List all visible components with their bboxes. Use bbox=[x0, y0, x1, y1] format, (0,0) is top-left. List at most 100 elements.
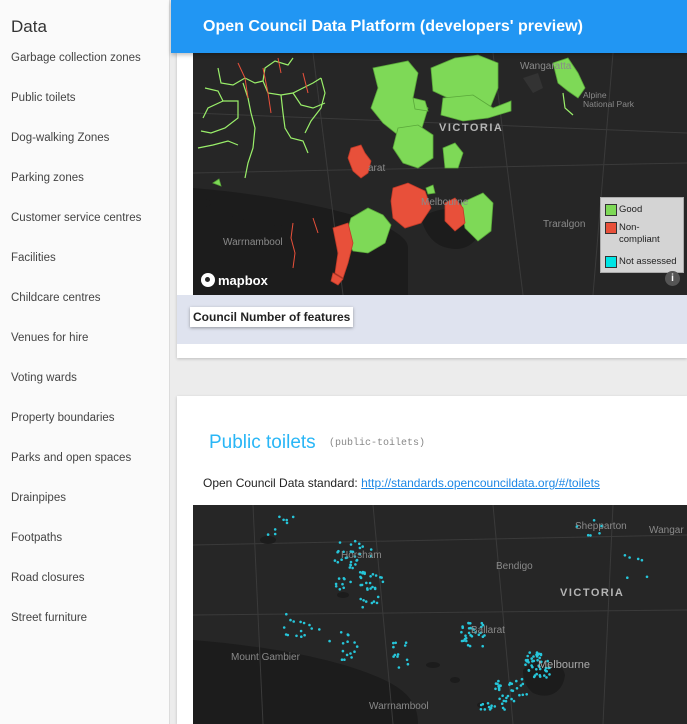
page-title: Open Council Data Platform (developers' … bbox=[203, 18, 583, 35]
toilet-point bbox=[333, 559, 337, 562]
map2-label-melbourne: Melbourne bbox=[538, 659, 590, 671]
toilet-point bbox=[515, 679, 518, 683]
toilet-point bbox=[406, 662, 410, 666]
toilet-point bbox=[354, 563, 357, 566]
toilet-point bbox=[502, 699, 506, 703]
map-legend: Good Non-compliant Not assessed bbox=[600, 197, 684, 273]
toilet-point bbox=[282, 626, 286, 629]
toilet-point bbox=[532, 659, 536, 663]
map2-shapes bbox=[193, 505, 687, 724]
toilet-point bbox=[300, 635, 303, 638]
toilet-point bbox=[506, 694, 510, 698]
toilet-point bbox=[532, 675, 536, 679]
info-icon[interactable]: i bbox=[665, 271, 680, 286]
toilet-point bbox=[340, 658, 344, 661]
toilet-point bbox=[285, 612, 288, 616]
sidebar-item-venues-for-hire[interactable]: Venues for hire bbox=[11, 332, 88, 344]
map-label-warrnambool: Warrnambool bbox=[223, 237, 283, 248]
toilet-point bbox=[626, 576, 629, 579]
public-toilets-map[interactable]: Shepparton Wangar Bendigo VICTORIA Horsh… bbox=[193, 505, 687, 724]
legend-notassessed-label: Not assessed bbox=[619, 256, 677, 267]
toilet-point bbox=[334, 585, 338, 588]
toilet-point bbox=[519, 684, 523, 687]
toilet-point bbox=[338, 541, 342, 544]
standard-link[interactable]: http://standards.opencouncildata.org/#/t… bbox=[361, 476, 600, 490]
mapbox-logo[interactable]: mapbox bbox=[201, 273, 268, 288]
toilet-point bbox=[636, 557, 640, 561]
toilet-point bbox=[361, 545, 364, 548]
toilet-point bbox=[483, 708, 487, 711]
toilet-point bbox=[467, 627, 471, 630]
map2-label-warrnambool: Warrnambool bbox=[369, 701, 429, 712]
toilet-point bbox=[464, 634, 467, 637]
toilet-point bbox=[362, 599, 365, 602]
toilet-point bbox=[372, 600, 376, 603]
toilet-point bbox=[342, 577, 346, 580]
toilet-point bbox=[403, 644, 407, 647]
map2-label-shepparton: Shepparton bbox=[575, 521, 627, 532]
sidebar-item-dog-walking-zones[interactable]: Dog-walking Zones bbox=[11, 132, 109, 144]
toilet-point bbox=[527, 668, 531, 672]
sidebar-item-garbage-collection-zones[interactable]: Garbage collection zones bbox=[11, 52, 141, 64]
map-label-victoria: VICTORIA bbox=[439, 122, 504, 134]
toilet-point bbox=[338, 588, 342, 591]
toilet-point bbox=[464, 636, 468, 640]
toilet-point bbox=[336, 560, 340, 564]
sidebar-item-footpaths[interactable]: Footpaths bbox=[11, 532, 62, 544]
toilet-point bbox=[628, 556, 631, 559]
sidebar-title: Data bbox=[11, 17, 47, 36]
toilet-point bbox=[494, 687, 497, 691]
sidebar-item-road-closures[interactable]: Road closures bbox=[11, 572, 85, 584]
sidebar-item-drainpipes[interactable]: Drainpipes bbox=[11, 492, 66, 504]
toilet-point bbox=[371, 585, 374, 589]
toilet-point bbox=[465, 639, 468, 643]
toilet-point bbox=[468, 644, 472, 648]
map2-label-horsham: Horsham bbox=[341, 550, 382, 561]
map2-label-victoria: VICTORIA bbox=[560, 587, 625, 599]
toilet-point bbox=[337, 549, 340, 553]
sidebar-item-street-furniture[interactable]: Street furniture bbox=[11, 612, 87, 624]
toilet-point bbox=[302, 621, 306, 625]
sidebar-item-parks-and-open-spaces[interactable]: Parks and open spaces bbox=[11, 452, 131, 464]
toilet-point bbox=[360, 583, 364, 587]
toilet-point bbox=[392, 645, 395, 649]
map2-label-ballarat: Ballarat bbox=[471, 625, 505, 636]
toilet-point bbox=[589, 534, 592, 537]
toilet-point bbox=[339, 631, 343, 634]
sidebar-item-public-toilets[interactable]: Public toilets bbox=[11, 92, 76, 104]
sidebar-item-property-boundaries[interactable]: Property boundaries bbox=[11, 412, 115, 424]
sidebar-item-facilities[interactable]: Facilities bbox=[11, 252, 56, 264]
toilet-point bbox=[501, 706, 505, 710]
toilet-point bbox=[535, 672, 538, 676]
sidebar-item-customer-service-centres[interactable]: Customer service centres bbox=[11, 212, 141, 224]
toilet-point bbox=[348, 566, 352, 569]
toilet-point bbox=[358, 542, 361, 546]
toilet-point bbox=[369, 575, 372, 578]
toilet-point bbox=[285, 518, 288, 522]
legend-good-label: Good bbox=[619, 204, 643, 215]
toilet-point bbox=[532, 655, 535, 658]
toilet-point bbox=[510, 689, 513, 692]
toilet-point bbox=[392, 655, 395, 658]
toilet-point bbox=[349, 563, 352, 567]
toilet-point bbox=[349, 580, 352, 584]
toilet-point bbox=[504, 699, 508, 703]
sidebar-item-voting-wards[interactable]: Voting wards bbox=[11, 372, 77, 384]
mapbox-logo-text: mapbox bbox=[218, 273, 268, 288]
toilet-point bbox=[508, 683, 511, 686]
toilet-point bbox=[545, 676, 548, 679]
map2-label-bendigo: Bendigo bbox=[496, 561, 533, 572]
toilet-point bbox=[273, 532, 277, 536]
app-header: Open Council Data Platform (developers' … bbox=[171, 0, 687, 53]
toilet-point bbox=[528, 651, 531, 654]
toilet-point bbox=[394, 641, 397, 645]
legend-notassessed-swatch bbox=[605, 256, 617, 268]
toilet-point bbox=[375, 601, 379, 605]
compliance-map[interactable]: Wangaratta VICTORIA Alpine National Park… bbox=[193, 53, 687, 295]
mapbox-logo-icon bbox=[201, 273, 215, 287]
sidebar-item-childcare-centres[interactable]: Childcare centres bbox=[11, 292, 100, 304]
toilet-point bbox=[512, 699, 516, 703]
sidebar-item-parking-zones[interactable]: Parking zones bbox=[11, 172, 84, 184]
toilet-point bbox=[586, 533, 590, 537]
toilet-point bbox=[342, 586, 345, 590]
